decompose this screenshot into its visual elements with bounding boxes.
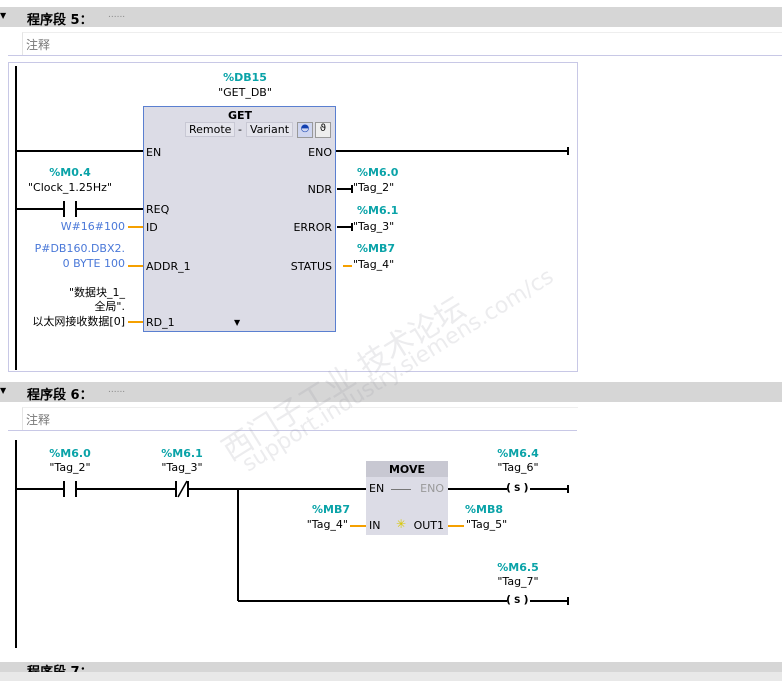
- contact2-address[interactable]: %M6.1: [161, 447, 202, 460]
- move-block[interactable]: MOVE EN ENO IN ✳ OUT1: [366, 461, 448, 535]
- network-6-header[interactable]: ▼ 程序段 6： ......: [0, 382, 782, 403]
- pin-status[interactable]: STATUS: [291, 260, 332, 273]
- block-name: GET: [227, 109, 253, 122]
- add-input-star-icon[interactable]: ✳: [396, 517, 406, 531]
- ndr-address[interactable]: %M6.0: [357, 166, 398, 179]
- block-name: MOVE: [388, 463, 426, 476]
- operand-name[interactable]: "Clock_1.25Hz": [28, 181, 112, 194]
- configuration-icon[interactable]: ◓: [297, 122, 313, 138]
- move-in-name[interactable]: "Tag_4": [307, 518, 348, 531]
- id-value[interactable]: W#16#100: [61, 220, 125, 233]
- pin-en[interactable]: EN: [146, 146, 161, 159]
- network-7-header[interactable]: 程序段 7：: [0, 662, 782, 672]
- block-type-remote[interactable]: Remote: [185, 122, 236, 137]
- addr1-value-2[interactable]: 0 BYTE 100: [63, 257, 125, 270]
- pin-rd1[interactable]: RD_1: [146, 316, 175, 329]
- addr1-value[interactable]: P#DB160.DBX2.: [35, 242, 125, 255]
- contact1-address[interactable]: %M6.0: [49, 447, 90, 460]
- rd1-value-3[interactable]: 以太网接收数据[0]: [32, 313, 125, 329]
- network-7-body: [0, 672, 782, 681]
- move-out-name[interactable]: "Tag_5": [466, 518, 507, 531]
- set-coil-1[interactable]: (S): [506, 481, 529, 494]
- get-block[interactable]: GET Remote - Variant ◓ ϑ EN REQ ID ADDR_…: [143, 106, 336, 332]
- expand-arrow-icon[interactable]: ▼: [234, 318, 240, 327]
- pin-in[interactable]: IN: [369, 519, 380, 532]
- network-6-comment[interactable]: 注释: [22, 407, 578, 430]
- contact1-name[interactable]: "Tag_2": [49, 461, 90, 474]
- set-coil-2[interactable]: (S): [506, 593, 529, 606]
- error-address[interactable]: %M6.1: [357, 204, 398, 217]
- network-title-placeholder[interactable]: ......: [108, 385, 125, 395]
- coil1-address[interactable]: %M6.4: [497, 447, 538, 460]
- pin-eno[interactable]: ENO: [420, 482, 444, 495]
- pin-error[interactable]: ERROR: [293, 221, 332, 234]
- pin-en[interactable]: EN: [369, 482, 384, 495]
- status-name[interactable]: "Tag_4": [353, 258, 394, 271]
- instance-db-name[interactable]: "GET_DB": [218, 86, 272, 99]
- status-address[interactable]: %MB7: [357, 242, 395, 255]
- instance-db-address[interactable]: %DB15: [223, 71, 267, 84]
- collapse-triangle-icon[interactable]: ▼: [0, 386, 6, 395]
- move-in-address[interactable]: %MB7: [312, 503, 350, 516]
- error-name[interactable]: "Tag_3": [353, 220, 394, 233]
- coil2-address[interactable]: %M6.5: [497, 561, 538, 574]
- wires: [15, 66, 569, 648]
- coil2-name[interactable]: "Tag_7": [497, 575, 538, 588]
- coil1-name[interactable]: "Tag_6": [497, 461, 538, 474]
- network-title: 程序段 7：: [27, 662, 93, 672]
- pin-id[interactable]: ID: [146, 221, 158, 234]
- ndr-name[interactable]: "Tag_2": [353, 181, 394, 194]
- network-title: 程序段 6：: [27, 388, 93, 403]
- block-type-variant[interactable]: Variant: [246, 122, 294, 137]
- comment-text: 注释: [26, 413, 51, 427]
- divider: [8, 430, 577, 431]
- pin-ndr[interactable]: NDR: [308, 183, 332, 196]
- pin-out1[interactable]: OUT1: [414, 519, 444, 532]
- contact2-name[interactable]: "Tag_3": [161, 461, 202, 474]
- operand-address[interactable]: %M0.4: [49, 166, 90, 179]
- pin-eno[interactable]: ENO: [308, 146, 332, 159]
- diagnostics-icon[interactable]: ϑ: [315, 122, 331, 138]
- rd1-value-2[interactable]: 全局".: [94, 298, 125, 314]
- move-out-address[interactable]: %MB8: [465, 503, 503, 516]
- pin-addr1[interactable]: ADDR_1: [146, 260, 191, 273]
- pin-req[interactable]: REQ: [146, 203, 169, 216]
- separator: -: [238, 123, 242, 136]
